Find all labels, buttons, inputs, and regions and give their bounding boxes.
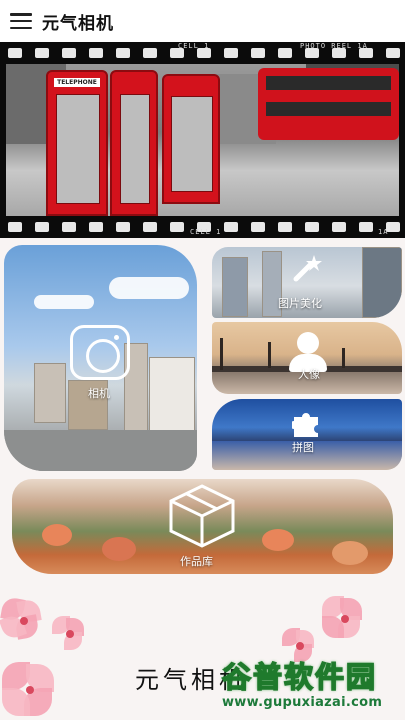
phone-booth: TELEPHONE [46,70,108,216]
gallery-label: 作品库 [180,555,213,568]
watermark: 谷普软件园 www.gupuxiazai.com [221,654,400,714]
magic-wand-icon [293,255,322,282]
beautify-card[interactable]: 图片美化 [212,247,402,318]
gallery-card[interactable]: 作品库 [12,479,393,574]
phone-booth [162,74,220,204]
blossom-decoration [52,616,88,652]
watermark-sub: www.gupuxiazai.com [222,695,383,710]
booth-sign: TELEPHONE [54,78,100,87]
street-photo: TELEPHONE [6,64,399,216]
top-bar: 元气相机 [0,0,405,42]
film-label-top-right: PHOTO REEL 1A [300,42,368,50]
portrait-card[interactable]: 人像 [212,322,402,394]
box-icon [169,484,235,548]
banner-image[interactable]: CELL 1 PHOTO REEL 1A TELEPHONE CELL 1 1A [0,42,405,238]
phone-booth [110,70,158,216]
puzzle-icon [292,413,318,437]
blossom-decoration [0,596,46,644]
blossom-decoration [0,660,60,720]
portrait-label: 人像 [298,368,320,381]
film-label-top-left: CELL 1 [178,42,210,50]
blossom-decoration [322,596,368,642]
camera-icon [70,325,130,380]
beautify-label: 图片美化 [278,297,322,310]
collage-label: 拼图 [292,441,314,454]
camera-label: 相机 [88,387,110,400]
film-label-bottom-right: 1A [378,228,389,236]
app-title: 元气相机 [42,13,114,34]
camera-card[interactable]: 相机 [4,245,197,471]
red-bus [258,68,399,140]
menu-icon[interactable] [10,13,32,29]
film-label-bottom-left: CELL 1 [190,228,222,236]
collage-card[interactable]: 拼图 [212,399,402,470]
watermark-main: 谷普软件园 [221,659,378,695]
